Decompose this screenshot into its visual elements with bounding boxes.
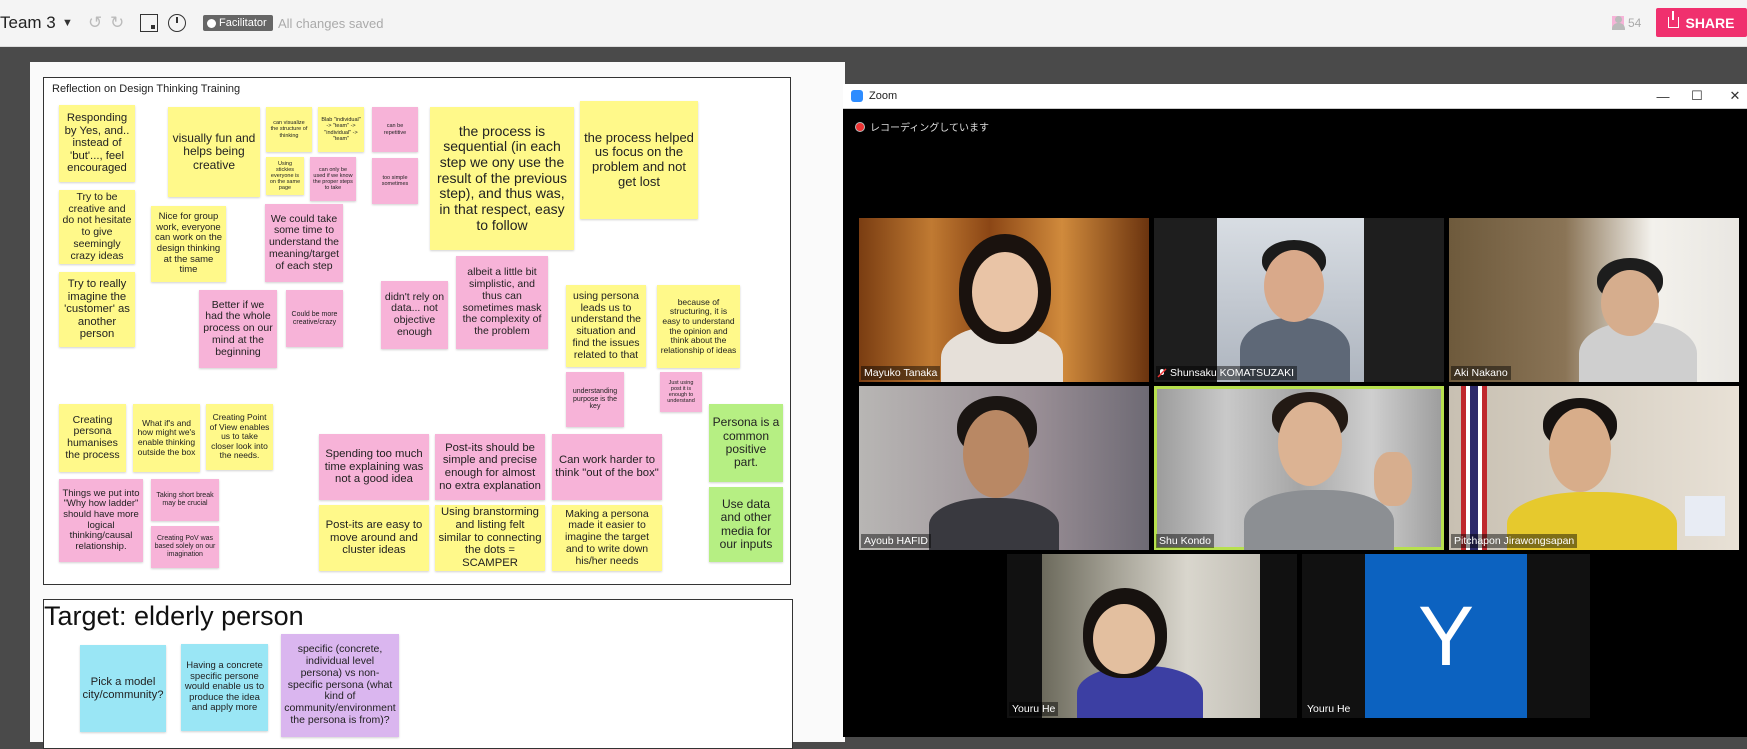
sticky-note[interactable]: Responding by Yes, and.. instead of 'but… xyxy=(59,105,135,182)
facilitator-icon xyxy=(207,18,216,28)
sticky-note[interactable]: Having a concrete specific persone would… xyxy=(181,644,268,731)
video-tile[interactable]: Shunsaku KOMATSUZAKI xyxy=(1154,218,1444,382)
close-icon[interactable]: ✕ xyxy=(1723,84,1747,108)
sticky-note[interactable]: Nice for group work, everyone can work o… xyxy=(151,206,226,282)
zoom-window[interactable]: Zoom — ☐ ✕ レコーディングしています Mayuko Tanaka Sh… xyxy=(843,84,1747,737)
users-count-label: 54 xyxy=(1628,16,1642,30)
participant-name: Aki Nakano xyxy=(1451,366,1511,380)
sticky-note[interactable]: Spending too much time explaining was no… xyxy=(319,434,429,500)
video-tile[interactable]: Youru He xyxy=(1007,554,1297,718)
recording-indicator: レコーディングしています xyxy=(855,119,989,134)
sticky-note[interactable]: Using branstorming and listing felt simi… xyxy=(435,505,545,571)
sticky-note[interactable]: Could be more creative/crazy xyxy=(286,290,343,347)
sticky-note[interactable]: What if's and how might we's enable thin… xyxy=(133,404,200,472)
sticky-note[interactable]: Pick a model city/community? xyxy=(80,645,166,732)
participant-face xyxy=(1264,250,1324,322)
participant-face xyxy=(1278,402,1342,486)
video-tile[interactable]: Mayuko Tanaka xyxy=(859,218,1149,382)
sticky-note[interactable]: Taking short break may be crucial xyxy=(151,479,219,521)
participant-face xyxy=(1601,270,1659,336)
sticky-note[interactable]: Better if we had the whole process on ou… xyxy=(199,290,277,368)
participant-face xyxy=(963,410,1029,498)
sticky-note[interactable]: Try to really imagine the 'customer' as … xyxy=(59,272,135,347)
participant-name: Mayuko Tanaka xyxy=(861,366,941,380)
sticky-note[interactable]: specific (concrete, individual level per… xyxy=(281,634,399,737)
participant-name: Shu Kondo xyxy=(1156,534,1214,548)
video-tile-avatar[interactable]: Y Youru He xyxy=(1302,554,1590,718)
participant-face xyxy=(1549,408,1611,492)
minimize-icon[interactable]: — xyxy=(1651,84,1675,108)
sticky-note[interactable]: Using stickies everyone is on the same p… xyxy=(266,157,304,195)
sticky-note[interactable]: Blab "individual" -> "team" -> "individu… xyxy=(318,107,364,152)
wall-paper xyxy=(1685,496,1725,536)
zoom-titlebar: Zoom — ☐ ✕ xyxy=(843,84,1747,109)
sticky-note-tool-icon[interactable] xyxy=(140,0,158,46)
top-toolbar: Team 3 ▼ ↺ ↻ Facilitator All changes sav… xyxy=(0,0,1747,47)
recording-label: レコーディングしています xyxy=(870,123,989,134)
sticky-note[interactable]: didn't rely on data... not objective eno… xyxy=(381,281,448,349)
thai-flag xyxy=(1461,386,1487,550)
participant-body xyxy=(929,498,1059,550)
participant-face xyxy=(972,252,1038,332)
sticky-note[interactable]: Try to be creative and do not hesitate t… xyxy=(59,190,135,264)
sticky-note[interactable]: because of structuring, it is easy to un… xyxy=(657,285,740,368)
redo-icon[interactable]: ↻ xyxy=(110,0,124,46)
sticky-note[interactable]: Can work harder to think "out of the box… xyxy=(552,434,662,500)
share-button[interactable]: SHARE xyxy=(1656,8,1747,37)
sticky-note[interactable]: can be repetitive xyxy=(372,107,418,152)
facilitator-label: Facilitator xyxy=(219,17,267,29)
video-tile[interactable]: Ayoub HAFID xyxy=(859,386,1149,550)
share-label: SHARE xyxy=(1685,14,1735,31)
sticky-note[interactable]: Just using post it is enough to understa… xyxy=(660,372,702,412)
sticky-note[interactable]: Use data and other media for our inputs xyxy=(709,487,783,562)
timer-icon[interactable] xyxy=(168,0,186,46)
save-status: All changes saved xyxy=(278,15,384,31)
participant-name: Youru He xyxy=(1009,702,1059,716)
avatar: Y xyxy=(1365,554,1527,718)
sticky-note[interactable]: Making a persona made it easier to imagi… xyxy=(552,505,662,571)
sticky-note[interactable]: visually fun and helps being creative xyxy=(168,107,260,197)
sticky-note[interactable]: Post-its should be simple and precise en… xyxy=(435,434,545,500)
sticky-note[interactable]: the process helped us focus on the probl… xyxy=(580,101,698,219)
share-icon xyxy=(1668,11,1680,28)
sticky-note[interactable]: Persona is a common positive part. xyxy=(709,404,783,482)
sticky-note[interactable]: Post-its are easy to move around and clu… xyxy=(319,505,429,571)
sticky-note[interactable]: too simple sometimes xyxy=(372,158,418,204)
participant-name: Ayoub HAFID xyxy=(861,534,931,548)
participant-body xyxy=(1244,490,1394,550)
sticky-note[interactable]: albeit a little bit simplistic, and thus… xyxy=(456,256,548,349)
video-tile[interactable]: Aki Nakano xyxy=(1449,218,1739,382)
sticky-note[interactable]: understanding purpose is the key xyxy=(566,372,624,427)
maximize-icon[interactable]: ☐ xyxy=(1685,84,1709,108)
muted-mic-icon xyxy=(1157,368,1167,378)
video-tile[interactable]: Pitchapon Jirawongsapan xyxy=(1449,386,1739,550)
participant-face xyxy=(1093,604,1155,674)
sticky-note[interactable]: can visualize the structure of thinking xyxy=(266,107,312,152)
facilitator-button[interactable]: Facilitator xyxy=(203,0,273,46)
zoom-logo-icon xyxy=(851,90,863,102)
chevron-down-icon[interactable]: ▼ xyxy=(62,0,73,46)
frame-title: Reflection on Design Thinking Training xyxy=(52,83,241,95)
participant-name: Youru He xyxy=(1307,703,1351,715)
person-icon xyxy=(1612,16,1625,30)
participant-hand xyxy=(1374,452,1412,506)
frame-title: Target: elderly person xyxy=(44,601,304,631)
sticky-note[interactable]: the process is sequential (in each step … xyxy=(430,107,574,250)
undo-icon[interactable]: ↺ xyxy=(88,0,102,46)
sticky-note[interactable]: Things we put into "Why how ladder" shou… xyxy=(59,479,143,562)
zoom-title: Zoom xyxy=(869,90,898,102)
sticky-note[interactable]: can only be used if we know the proper s… xyxy=(310,157,356,201)
sticky-note[interactable]: We could take some time to understand th… xyxy=(265,204,343,282)
board-name[interactable]: Team 3 xyxy=(0,0,56,46)
recording-icon xyxy=(855,121,865,132)
participant-name: Pitchapon Jirawongsapan xyxy=(1451,534,1578,548)
sticky-note[interactable]: Creating PoV was based solely on our ima… xyxy=(151,526,219,568)
sticky-note[interactable]: using persona leads us to understand the… xyxy=(566,285,646,367)
sticky-note[interactable]: Creating persona humanises the process xyxy=(59,404,126,472)
users-count[interactable]: 54 xyxy=(1612,0,1641,46)
sticky-note[interactable]: Creating Point of View enables us to tak… xyxy=(206,404,273,470)
video-tile-active-speaker[interactable]: Shu Kondo xyxy=(1154,386,1444,550)
participant-name: Shunsaku KOMATSUZAKI xyxy=(1156,366,1298,380)
